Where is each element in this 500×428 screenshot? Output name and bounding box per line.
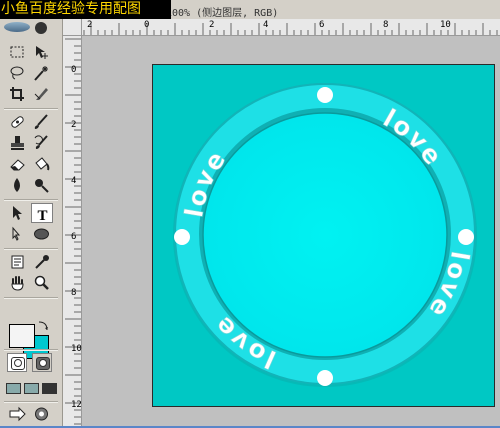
toolbox-panel: T — [0, 19, 63, 428]
toolbox-separator — [4, 199, 58, 201]
ruler-label: 10 — [71, 344, 82, 354]
path-selection-tool-icon[interactable] — [7, 203, 29, 223]
horizontal-ruler: 2 0 2 4 6 8 10 — [63, 19, 500, 36]
history-brush-tool-icon[interactable] — [31, 133, 53, 153]
ring-dot-left — [174, 229, 190, 245]
standard-screen-mode-icon[interactable] — [5, 381, 21, 395]
ruler-label: 6 — [71, 232, 77, 242]
marquee-tool-icon[interactable] — [7, 42, 29, 62]
foreground-color-swatch[interactable] — [9, 324, 35, 348]
ruler-label: 2 — [209, 20, 215, 30]
clone-stamp-tool-icon[interactable] — [7, 133, 29, 153]
watermark-banner: 小鱼百度经验专用配图 — [0, 0, 171, 19]
ruler-label: 10 — [440, 20, 451, 30]
ring-dot-top — [317, 87, 333, 103]
blur-tool-icon[interactable] — [7, 175, 29, 195]
svg-text:T: T — [37, 208, 47, 222]
ruler-label: 4 — [71, 176, 77, 186]
ruler-label: 0 — [144, 20, 150, 30]
badge-artwork: love love love love — [173, 83, 477, 387]
ruler-label: 8 — [71, 288, 77, 298]
ring-dot-bottom — [317, 370, 333, 386]
ruler-label: 8 — [383, 20, 389, 30]
zoom-tool-icon[interactable] — [31, 273, 53, 293]
full-screen-menu-mode-icon[interactable] — [23, 381, 39, 395]
crop-tool-icon[interactable] — [7, 84, 29, 104]
healing-brush-tool-icon[interactable] — [7, 112, 29, 132]
hand-tool-icon[interactable] — [7, 273, 29, 293]
dodge-tool-icon[interactable] — [31, 175, 53, 195]
toolbox-header — [0, 19, 62, 35]
jump-to-imageready-icon[interactable] — [7, 404, 29, 424]
vertical-ruler: 0 2 4 6 8 10 12 — [63, 19, 82, 428]
document-title: 100% (侧边图层, RGB) — [166, 8, 279, 19]
lasso-tool-icon[interactable] — [7, 63, 29, 83]
paint-bucket-tool-icon[interactable] — [31, 154, 53, 174]
toolbox-separator — [4, 108, 58, 110]
app-logo-icon — [4, 22, 30, 32]
imageready-logo-icon[interactable] — [31, 404, 53, 424]
notes-tool-icon[interactable] — [7, 252, 29, 272]
move-tool-icon[interactable] — [31, 42, 53, 62]
ruler-label: 0 — [71, 65, 77, 75]
type-tool-icon[interactable]: T — [31, 203, 53, 223]
standard-mode-button[interactable] — [7, 353, 27, 372]
full-screen-mode-icon[interactable] — [41, 381, 57, 395]
photoshop-window: 100% (侧边图层, RGB) 小鱼百度经验专用配图 T 2 0 2 4 6 … — [0, 0, 500, 428]
brush-tool-icon[interactable] — [31, 112, 53, 132]
toolbox-separator — [4, 349, 58, 351]
eraser-tool-icon[interactable] — [7, 154, 29, 174]
imageready-icon[interactable] — [35, 22, 47, 34]
ruler-label: 12 — [71, 400, 82, 410]
ruler-origin[interactable] — [63, 19, 82, 36]
ruler-label: 2 — [71, 120, 77, 130]
toolbox-separator — [4, 401, 58, 403]
toolbox-separator — [4, 297, 58, 299]
ruler-label: 4 — [263, 20, 269, 30]
ruler-label: 6 — [319, 20, 325, 30]
ellipse-tool-icon[interactable] — [31, 224, 53, 244]
switch-colors-icon[interactable] — [38, 321, 48, 331]
ring-dot-right — [458, 229, 474, 245]
pen-tool-icon[interactable] — [7, 224, 29, 244]
magic-wand-tool-icon[interactable] — [31, 63, 53, 83]
slice-tool-icon[interactable] — [31, 84, 53, 104]
quick-mask-mode-button[interactable] — [32, 353, 52, 372]
ruler-label: 2 — [87, 20, 93, 30]
eyedropper-tool-icon[interactable] — [31, 252, 53, 272]
toolbox-separator — [4, 248, 58, 250]
